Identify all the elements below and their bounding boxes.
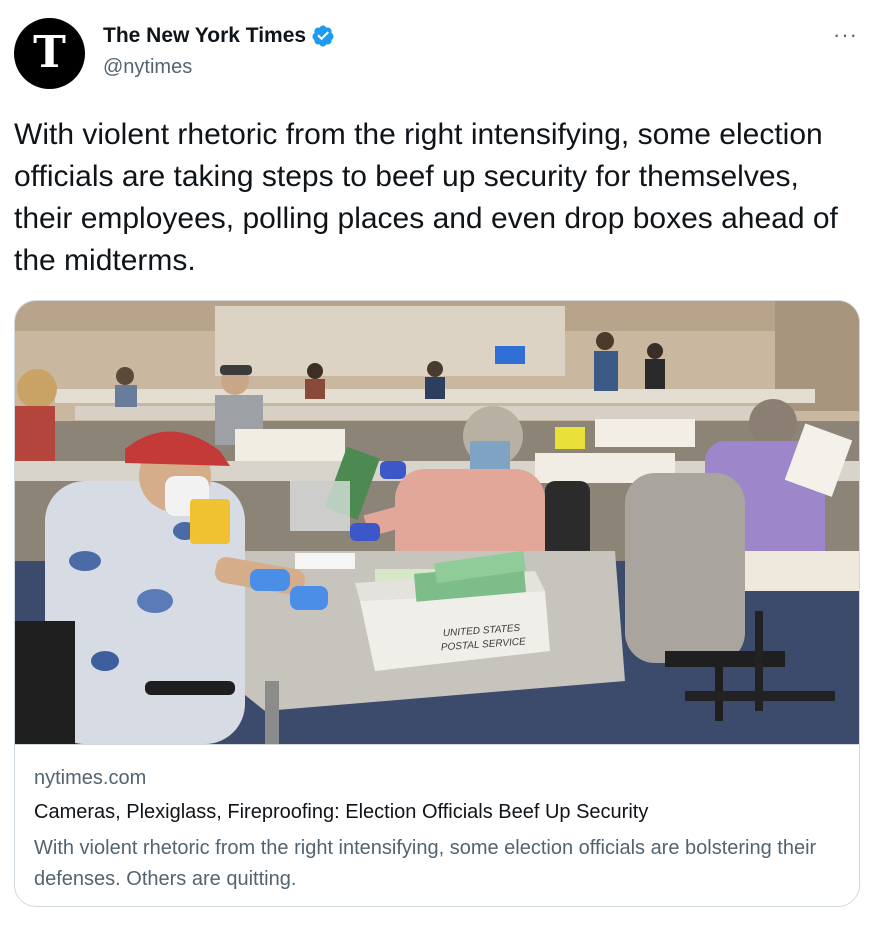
card-domain: nytimes.com — [34, 767, 147, 789]
more-options-icon[interactable]: ··· — [833, 22, 858, 48]
card-image[interactable]: UNITED STATES POSTAL SERVICE — [15, 301, 859, 744]
nyt-logo-icon: T — [33, 26, 66, 78]
tweet-text: With violent rhetoric from the right int… — [14, 118, 838, 277]
author-handle[interactable]: @nytimes — [103, 56, 192, 79]
link-card[interactable]: UNITED STATES POSTAL SERVICE nytimes.com… — [14, 300, 860, 907]
author-display-name[interactable]: The New York Times — [103, 24, 306, 48]
election-room-photo: UNITED STATES POSTAL SERVICE — [15, 301, 859, 744]
card-description: With violent rhetoric from the right int… — [34, 837, 817, 890]
verified-badge-icon — [312, 25, 334, 47]
avatar[interactable]: T — [14, 18, 85, 89]
card-title: Cameras, Plexiglass, Fireproofing: Elect… — [34, 801, 649, 823]
card-meta[interactable]: nytimes.com Cameras, Plexiglass, Firepro… — [15, 744, 859, 906]
author-name-row[interactable]: The New York Times — [103, 24, 335, 48]
